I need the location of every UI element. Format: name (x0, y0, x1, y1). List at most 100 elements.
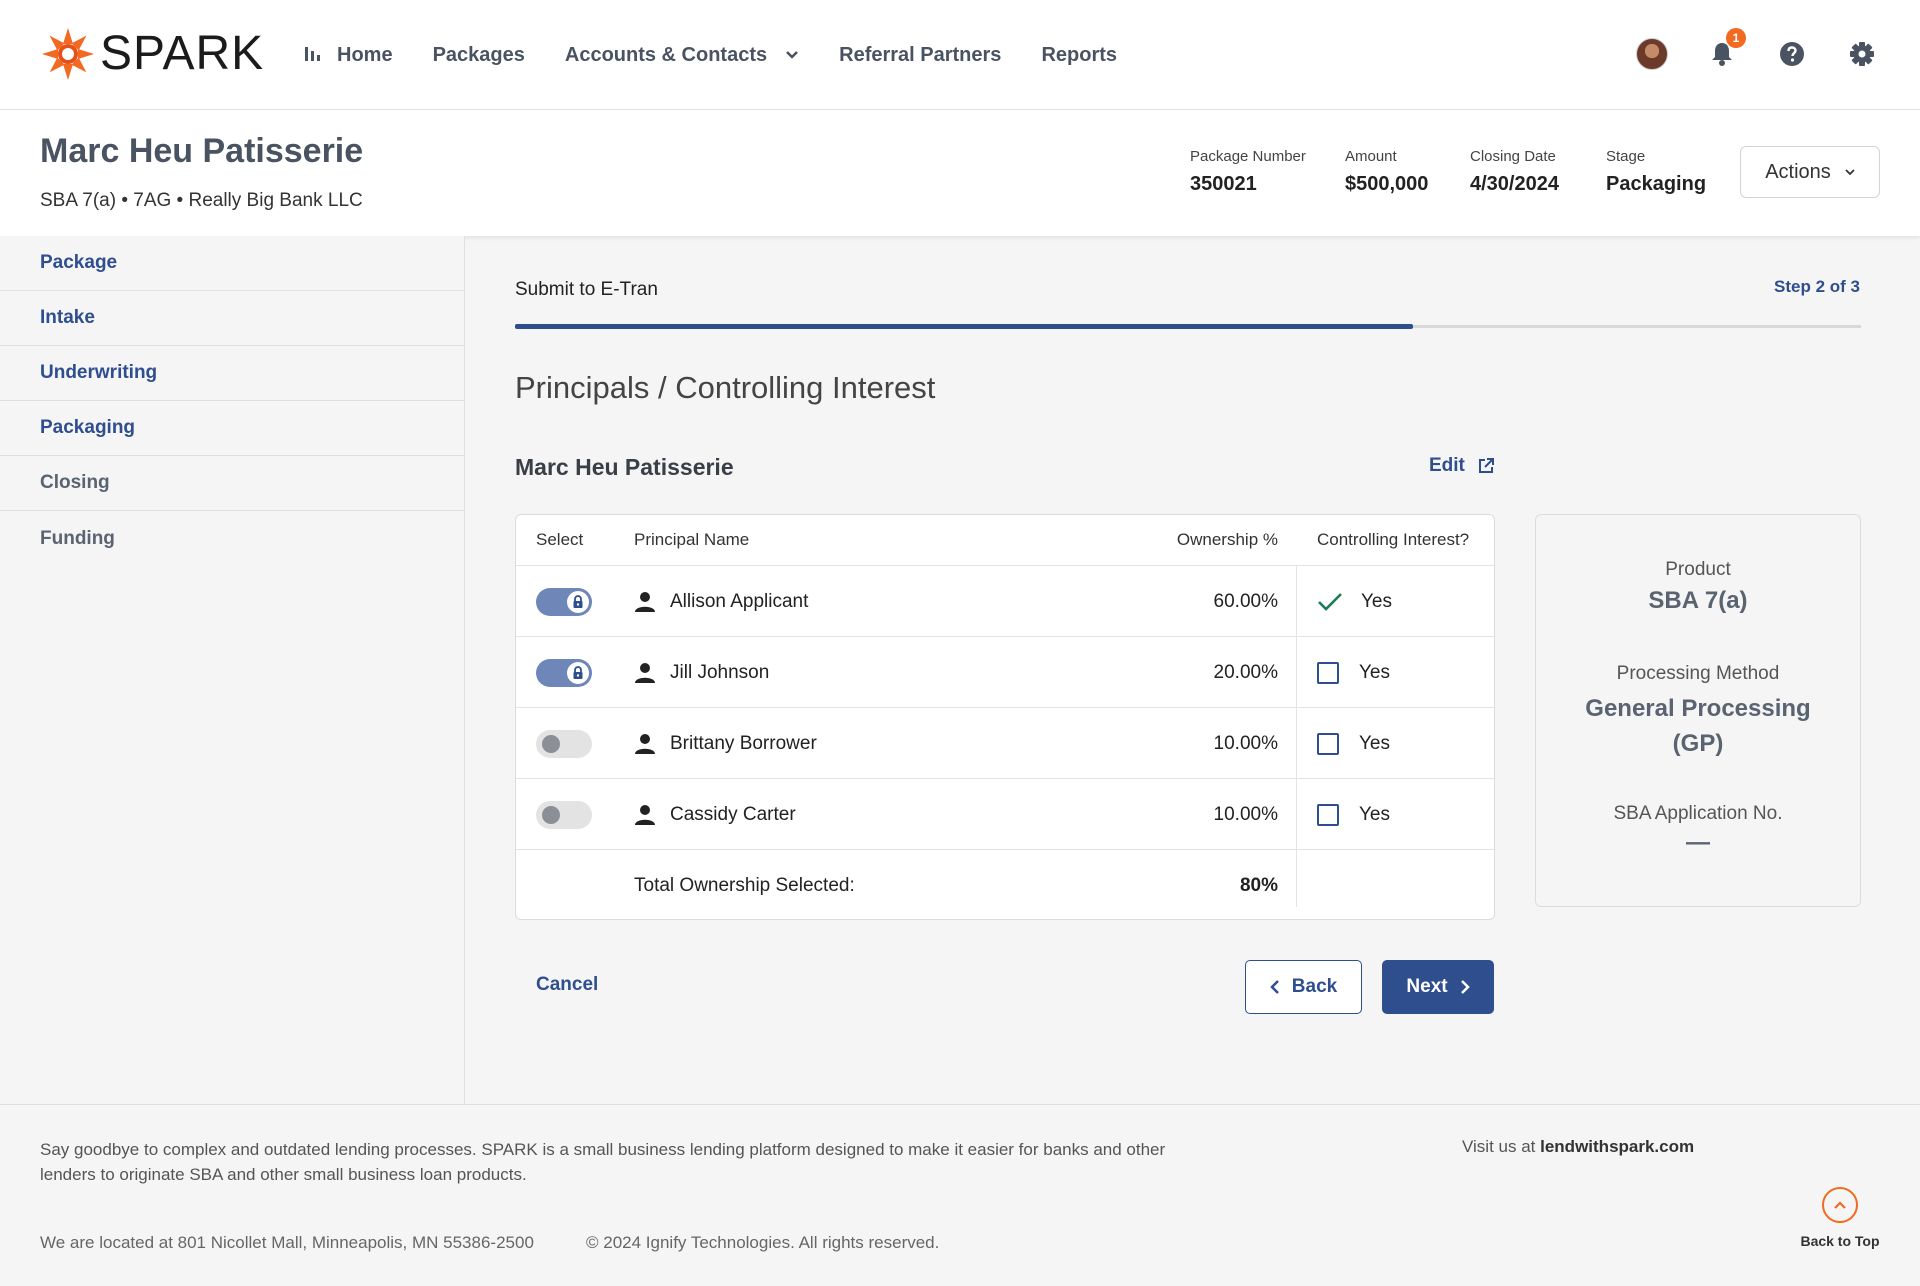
wizard-progress-fill (515, 324, 1413, 329)
controlling-interest-cell: Yes (1317, 637, 1390, 708)
notifications-button[interactable]: 1 (1704, 28, 1746, 72)
chevron-down-icon (785, 50, 799, 60)
meta-label: Amount (1345, 148, 1397, 165)
spark-starburst-icon (42, 28, 94, 80)
footer-address: We are located at 801 Nicollet Mall, Min… (40, 1233, 534, 1252)
footer-visit: Visit us at lendwithspark.com (1462, 1137, 1694, 1157)
external-link-icon (1478, 458, 1494, 473)
processing-method-line1: General Processing (1585, 695, 1811, 722)
sba-application-number-value: — (1686, 829, 1710, 856)
cancel-button[interactable]: Cancel (536, 974, 598, 996)
total-row: Total Ownership Selected: 80% (516, 849, 1494, 919)
package-sidebar: Package Intake Underwriting Packaging Cl… (0, 236, 465, 1104)
controlling-interest-label: Yes (1359, 803, 1390, 825)
sidebar-item-underwriting[interactable]: Underwriting (0, 346, 464, 401)
back-button[interactable]: Back (1245, 960, 1362, 1014)
select-toggle[interactable] (536, 801, 592, 829)
sidebar-item-funding[interactable]: Funding (0, 511, 464, 566)
controlling-interest-cell: Yes (1317, 708, 1390, 779)
principal-name: Cassidy Carter (670, 803, 796, 825)
nav-home-label: Home (337, 43, 393, 66)
meta-value: 4/30/2024 (1470, 173, 1559, 195)
principal-name-cell: Cassidy Carter (634, 779, 796, 850)
meta-label: Closing Date (1470, 148, 1556, 165)
avatar (1636, 38, 1668, 70)
person-icon (635, 804, 655, 825)
nav-home[interactable]: Home (303, 40, 393, 70)
package-info-card: Product SBA 7(a) Processing Method Gener… (1535, 514, 1861, 907)
processing-method-line2: (GP) (1672, 730, 1724, 757)
principal-name-cell: Allison Applicant (634, 566, 808, 637)
sidebar-item-intake[interactable]: Intake (0, 291, 464, 346)
actions-label: Actions (1765, 160, 1831, 183)
back-label: Back (1291, 976, 1338, 997)
actions-dropdown-button[interactable]: Actions (1740, 146, 1880, 198)
chevron-left-icon (1270, 980, 1279, 994)
column-header-principal-name: Principal Name (634, 530, 750, 549)
back-to-top-label: Back to Top (1800, 1233, 1880, 1249)
controlling-interest-cell: Yes (1317, 779, 1390, 850)
main-nav: Home Packages Accounts & Contacts Referr… (303, 40, 1157, 70)
business-name: Marc Heu Patisserie (515, 454, 734, 480)
user-avatar-button[interactable] (1634, 36, 1670, 72)
settings-button[interactable] (1844, 36, 1880, 72)
wizard-progress-bar (515, 324, 1861, 329)
ownership-percent: 10.00% (1213, 803, 1278, 825)
controlling-interest-checkbox[interactable] (1317, 803, 1339, 826)
person-icon (635, 733, 655, 754)
column-header-ownership: Ownership % (1176, 530, 1278, 549)
meta-value: 350021 (1190, 173, 1257, 195)
footer-copyright: © 2024 Ignify Technologies. All rights r… (586, 1233, 940, 1252)
footer-description: Say goodbye to complex and outdated lend… (40, 1140, 1166, 1184)
principal-name: Jill Johnson (670, 661, 770, 683)
page-footer: Say goodbye to complex and outdated lend… (0, 1104, 1920, 1286)
select-toggle-locked[interactable] (536, 588, 592, 616)
footer-visit-prefix: Visit us at (1462, 1137, 1541, 1156)
total-ownership-label: Total Ownership Selected: (634, 874, 855, 896)
select-toggle[interactable] (536, 730, 592, 758)
edit-label: Edit (1429, 455, 1465, 476)
sba-application-number-label: SBA Application No. (1613, 803, 1783, 824)
lock-icon (567, 591, 589, 613)
meta-value: $500,000 (1345, 173, 1429, 195)
controlling-interest-checkbox[interactable] (1317, 732, 1339, 755)
sidebar-item-package[interactable]: Package (0, 236, 464, 291)
principals-table: Select Principal Name Ownership % Contro… (515, 514, 1495, 920)
chevron-down-icon (1845, 165, 1855, 179)
chevron-up-icon (1822, 1187, 1858, 1223)
next-button[interactable]: Next (1382, 960, 1494, 1014)
product-value: SBA 7(a) (1648, 587, 1748, 614)
nav-referral-partners[interactable]: Referral Partners (839, 40, 1001, 70)
page-title: Marc Heu Patisserie (40, 132, 364, 170)
help-button[interactable] (1774, 36, 1810, 72)
table-row: Brittany Borrower 10.00% Yes (516, 707, 1494, 778)
person-icon (635, 662, 655, 683)
check-icon (1317, 591, 1343, 613)
nav-accounts-contacts[interactable]: Accounts & Contacts (565, 40, 799, 70)
spark-logo[interactable]: SPARK (40, 26, 264, 82)
meta-label: Stage (1606, 148, 1646, 165)
table-row: Jill Johnson 20.00% Yes (516, 636, 1494, 707)
next-label: Next (1406, 976, 1448, 997)
chevron-right-icon (1460, 980, 1470, 994)
nav-utilities: 1 (1600, 28, 1880, 72)
select-toggle-locked[interactable] (536, 659, 592, 687)
footer-website-link[interactable]: lendwithspark.com (1540, 1137, 1694, 1156)
back-to-top-button[interactable]: Back to Top (1800, 1187, 1880, 1249)
wizard-step-count: Step 2 of 3 (1774, 277, 1860, 296)
toggle-knob (542, 735, 560, 753)
edit-principals-link[interactable]: Edit (1429, 455, 1495, 477)
controlling-interest-checkbox[interactable] (1317, 661, 1339, 684)
brand-name: SPARK (100, 27, 265, 80)
notification-count-badge: 1 (1726, 28, 1746, 48)
nav-packages[interactable]: Packages (433, 40, 525, 70)
sidebar-item-closing[interactable]: Closing (0, 456, 464, 511)
controlling-interest-cell: Yes (1317, 566, 1392, 637)
toggle-knob (542, 806, 560, 824)
meta-value: Packaging (1606, 173, 1707, 195)
principal-name-cell: Jill Johnson (634, 637, 769, 708)
top-navigation: SPARK Home Packages Accounts & Contacts … (0, 0, 1920, 110)
sidebar-item-packaging[interactable]: Packaging (0, 401, 464, 456)
nav-reports[interactable]: Reports (1041, 40, 1117, 70)
nav-accounts-label: Accounts & Contacts (564, 43, 768, 66)
